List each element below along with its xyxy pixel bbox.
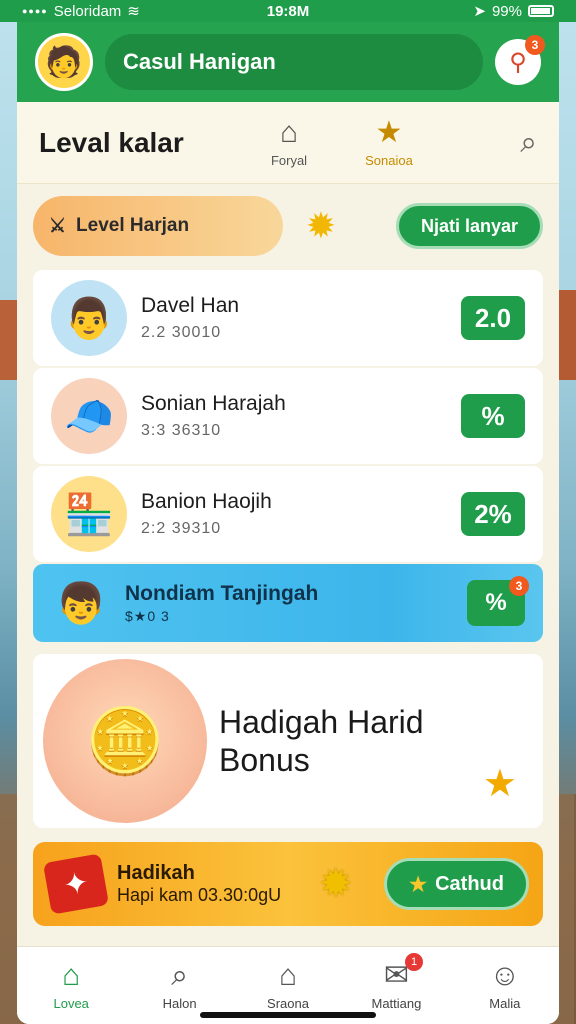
nav-label: Sraona [267, 996, 309, 1011]
player-info: Nondiam Tanjingah $★0 3 [125, 582, 453, 625]
bonus-illustration: 🪙 [43, 659, 207, 823]
home-icon: ⌂ [62, 959, 81, 992]
bonus-title-line2: Bonus [219, 742, 310, 778]
list-item[interactable]: 🏪 Banion Haojih 2:2 39310 2% [33, 466, 543, 562]
player-score: 3:3 36310 [141, 422, 222, 439]
wifi-icon: ≋ [127, 3, 140, 20]
home-indicator[interactable] [200, 1012, 376, 1018]
sun-badge-icon: ✹ [305, 205, 337, 246]
tab-foryal[interactable]: ⌂ Foryal [239, 116, 339, 169]
ticket-icon: ✦ [42, 853, 110, 915]
score-chip[interactable]: 2% [461, 492, 525, 536]
carrier-name: Seloridam [53, 2, 122, 20]
player-info: Sonian Harajah 3:3 36310 [141, 392, 447, 440]
reward-button-label: Cathud [435, 872, 504, 895]
tab-sonaioa[interactable]: ★ Sonaioa [339, 116, 439, 169]
reward-claim-button[interactable]: ★ Cathud [384, 858, 529, 910]
nav-label: Malia [489, 996, 521, 1011]
level-pill[interactable]: ⚔ Level Harjan [33, 196, 283, 256]
level-label: Level Harjan [76, 215, 190, 236]
player-name: Banion Haojih [141, 490, 272, 513]
level-action-button[interactable]: Njati lanyar [395, 203, 543, 249]
home-icon: ⌂ [279, 116, 299, 149]
star-icon: ★ [375, 116, 403, 149]
tab-label: Sonaioa [365, 153, 413, 168]
status-time: 19:8M [266, 2, 310, 20]
avatar[interactable]: 🧑 [35, 33, 93, 91]
bonus-card[interactable]: 🪙 Hadigah Harid Bonus ★ [33, 654, 543, 828]
reward-subtitle: Hapi kam 03.30:0gU [117, 885, 282, 905]
app-window: 🧑 Casul Hanigan ⚲ 3 Leval kalar ⌂ Foryal… [17, 22, 559, 1024]
reward-bar: ✦ Hadikah Hapi kam 03.30:0gU ✹ ★ Cathud [33, 842, 543, 926]
bonus-title: Hadigah Harid Bonus [219, 703, 439, 779]
battery-percent: 99% [491, 2, 522, 20]
tab-label: Foryal [270, 153, 308, 168]
score-chip[interactable]: 2.0 [461, 296, 525, 340]
player-score: $★0 3 [125, 607, 170, 624]
player-score: 2.2 30010 [141, 324, 222, 341]
house-icon: ⌂ [278, 959, 298, 992]
location-icon: ➤ [473, 3, 486, 20]
status-bar: ●●●● Seloridam ≋ 19:8M ➤ 99% [0, 0, 576, 22]
player-info: Banion Haojih 2:2 39310 [141, 490, 447, 538]
nav-item-lovea[interactable]: ⌂ Lovea [17, 947, 125, 1024]
header-title[interactable]: Casul Hanigan [105, 34, 483, 90]
nav-label: Mattiang [371, 996, 422, 1011]
status-left: ●●●● Seloridam ≋ [22, 2, 140, 21]
main-content: ⚔ Level Harjan ✹ Njati lanyar 👨 Davel Ha… [17, 184, 559, 936]
player-avatar: 🧢 [51, 378, 127, 454]
bonus-title-line1: Hadigah Harid [219, 704, 424, 740]
sun-badge-icon: ✹ [319, 862, 353, 906]
search-icon: ⌕ [171, 959, 189, 992]
battery-icon [528, 5, 554, 17]
player-avatar: 👦 [56, 581, 106, 626]
whistle-icon: ⚲ [509, 48, 527, 76]
app-header: 🧑 Casul Hanigan ⚲ 3 [17, 22, 559, 102]
star-icon: ★ [409, 873, 428, 896]
player-avatar: 👨 [51, 280, 127, 356]
score-chip-badge: 3 [509, 576, 529, 596]
player-name: Davel Han [141, 294, 240, 317]
nav-label: Lovea [53, 996, 89, 1011]
nav-badge: 1 [405, 953, 424, 971]
nav-label: Halon [162, 996, 197, 1011]
score-chip-value: % [485, 589, 507, 616]
search-icon[interactable]: ⌕ [520, 126, 537, 160]
list-item-highlighted[interactable]: 👦 Nondiam Tanjingah $★0 3 % 3 [33, 564, 543, 642]
score-chip[interactable]: % 3 [467, 576, 529, 626]
subheader: Leval kalar ⌂ Foryal ★ Sonaioa ⌕ [17, 102, 559, 184]
player-score: 2:2 39310 [141, 520, 222, 537]
list-item[interactable]: 👨 Davel Han 2.2 30010 2.0 [33, 270, 543, 366]
profile-icon: ☺ [489, 959, 521, 992]
player-name: Nondiam Tanjingah [125, 581, 319, 605]
player-name: Sonian Harajah [141, 392, 286, 415]
reward-title: Hadikah [117, 862, 195, 884]
star-icon: ★ [482, 763, 517, 805]
status-right: ➤ 99% [473, 2, 554, 20]
reward-text: Hadikah Hapi kam 03.30:0gU [117, 862, 307, 906]
score-chip[interactable]: % [461, 394, 525, 438]
crossed-swords-icon: ⚔ [49, 215, 67, 237]
player-avatar: 🏪 [51, 476, 127, 552]
page-title: Leval kalar [39, 126, 184, 158]
level-row: ⚔ Level Harjan ✹ Njati lanyar [33, 196, 543, 256]
nav-item-malia[interactable]: ☺ Malia [451, 947, 559, 1024]
notification-button[interactable]: ⚲ 3 [495, 35, 545, 85]
signal-icon: ●●●● [22, 6, 48, 16]
list-item[interactable]: 🧢 Sonian Harajah 3:3 36310 % [33, 368, 543, 464]
player-info: Davel Han 2.2 30010 [141, 294, 447, 342]
notification-badge: 3 [525, 35, 545, 55]
